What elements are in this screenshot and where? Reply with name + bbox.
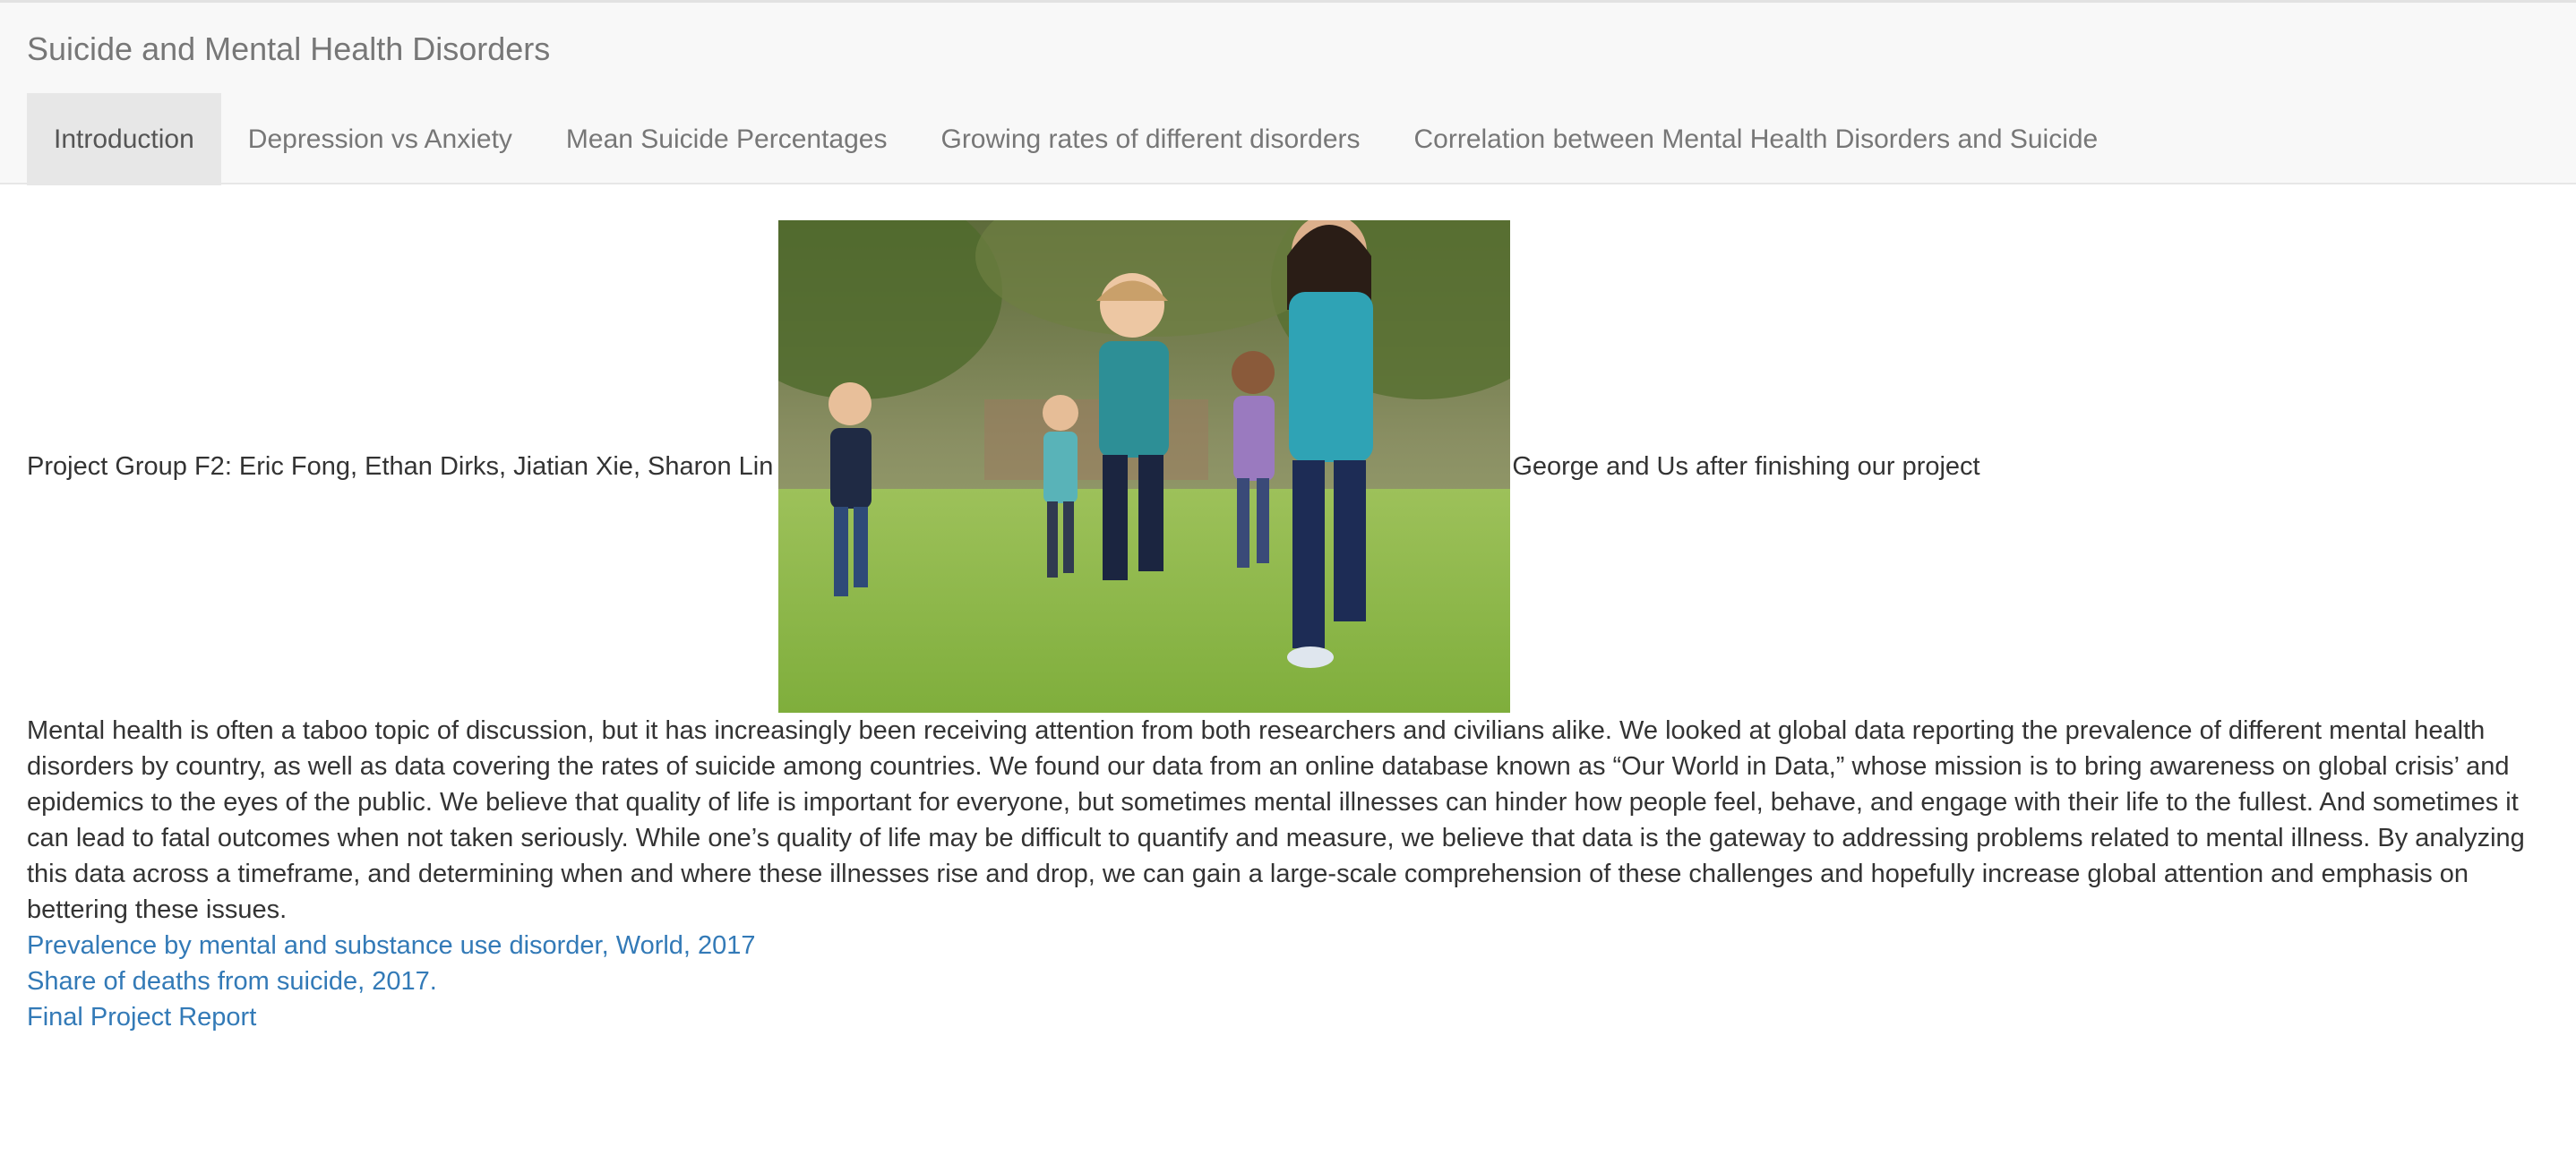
reference-links: Prevalence by mental and substance use d… [27, 928, 2549, 1035]
tab-depression-vs-anxiety[interactable]: Depression vs Anxiety [221, 93, 539, 185]
tab-introduction[interactable]: Introduction [27, 93, 221, 185]
intro-hero-row: Project Group F2: Eric Fong, Ethan Dirks… [27, 220, 2549, 713]
tab-growing-rates[interactable]: Growing rates of different disorders [914, 93, 1387, 185]
children-running-photo [778, 220, 1511, 713]
tab-bar: Introduction Depression vs Anxiety Mean … [27, 93, 2125, 185]
intro-paragraph: Mental health is often a taboo topic of … [27, 716, 2525, 924]
image-caption: George and Us after finishing our projec… [1512, 451, 1980, 481]
app-title[interactable]: Suicide and Mental Health Disorders [27, 30, 550, 69]
link-share-of-deaths-suicide[interactable]: Share of deaths from suicide, 2017. [27, 963, 437, 999]
tab-mean-suicide-percentages[interactable]: Mean Suicide Percentages [539, 93, 914, 185]
main-content: Project Group F2: Eric Fong, Ethan Dirks… [27, 220, 2549, 1035]
tab-correlation[interactable]: Correlation between Mental Health Disord… [1387, 93, 2125, 185]
project-group-text: Project Group F2: Eric Fong, Ethan Dirks… [27, 451, 774, 481]
navbar: Suicide and Mental Health Disorders Intr… [0, 0, 2576, 185]
link-final-project-report[interactable]: Final Project Report [27, 999, 256, 1035]
link-prevalence-by-disorder[interactable]: Prevalence by mental and substance use d… [27, 928, 756, 963]
